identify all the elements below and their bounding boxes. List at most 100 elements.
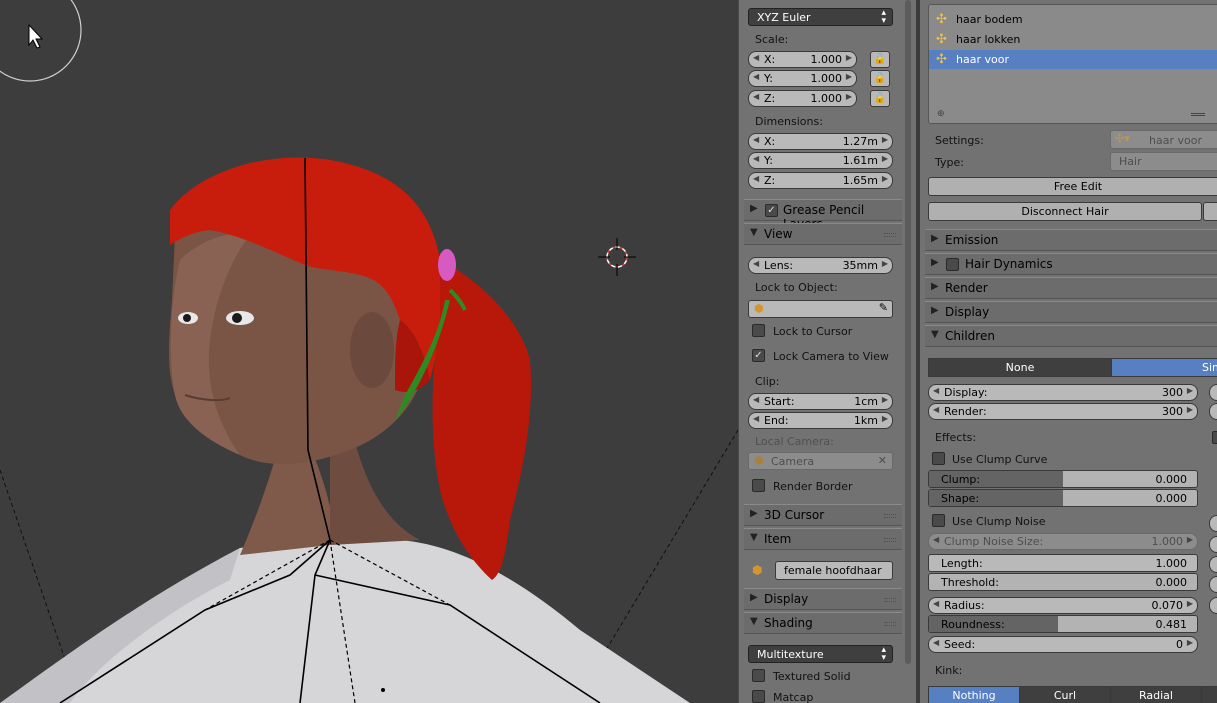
render-border-checkbox[interactable] [752, 479, 765, 492]
display-panel-header[interactable]: ▶ Display [925, 301, 1217, 323]
children-panel-header[interactable]: ▼ Children [925, 325, 1217, 347]
clear-icon[interactable]: ✕ [878, 454, 887, 467]
scale-z-lock-icon[interactable]: 🔓 [870, 90, 890, 107]
particles-icon: ✣ [936, 12, 947, 27]
lock-to-cursor-label: Lock to Cursor [773, 325, 853, 338]
children-none-tab[interactable]: None [928, 358, 1112, 377]
list-item-selected[interactable]: ✣ haar voor [929, 50, 1217, 69]
collapsed-triangle-icon: ▶ [931, 233, 939, 244]
extra-field-1[interactable] [1209, 384, 1217, 401]
particle-system-list[interactable]: ✣ haar bodem ✣ haar lokken ✣ haar voor ⊕ [928, 4, 1217, 124]
textured-solid-checkbox[interactable] [752, 669, 765, 682]
dimensions-y-field[interactable]: ◀ Y: 1.61m ▶ [748, 152, 893, 169]
matcap-checkbox[interactable] [752, 690, 765, 703]
scale-x-lock-icon[interactable]: 🔓 [870, 51, 890, 68]
shirt-mesh [0, 537, 690, 703]
3d-cursor[interactable] [598, 238, 636, 276]
extra-field-3[interactable] [1209, 515, 1217, 532]
display-panel-header[interactable]: ▶ Display [744, 588, 902, 610]
connect-hair-button[interactable] [1203, 202, 1217, 221]
children-display-field[interactable]: ◀ Display: 300 ▶ [928, 384, 1198, 401]
radius-field[interactable]: ◀ Radius: 0.070 ▶ [928, 597, 1198, 614]
kink-radial-tab[interactable]: Radial [1110, 686, 1202, 703]
seed-field[interactable]: ◀ Seed: 0 ▶ [928, 636, 1198, 653]
grease-pencil-checkbox[interactable]: ✓ [765, 204, 778, 217]
roundness-slider[interactable]: Roundness: 0.481 [928, 615, 1198, 633]
add-icon[interactable]: ⊕ [937, 109, 945, 119]
extra-field-7[interactable] [1209, 597, 1217, 614]
settings-field[interactable]: ✣▾ haar voor [1110, 130, 1217, 149]
lock-to-cursor-checkbox[interactable] [752, 324, 765, 337]
drag-grip-icon[interactable] [884, 622, 896, 626]
drag-grip-icon[interactable] [884, 514, 896, 518]
lock-camera-checkbox[interactable]: ✓ [752, 349, 765, 362]
use-clump-noise-checkbox[interactable] [932, 514, 945, 527]
3d-viewport[interactable] [0, 0, 738, 703]
hair-dynamics-checkbox[interactable] [946, 258, 959, 271]
kink-curl-tab[interactable]: Curl [1019, 686, 1111, 703]
drag-grip-icon[interactable] [884, 233, 896, 237]
extra-field-4[interactable] [1209, 536, 1217, 553]
particles-icon: ✣ [936, 32, 947, 47]
scale-y-field[interactable]: ◀ Y: 1.000 ▶ [748, 70, 857, 87]
extra-field-2[interactable] [1209, 403, 1217, 420]
kink-more-tab[interactable] [1201, 686, 1217, 703]
threshold-slider[interactable]: Threshold: 0.000 [928, 573, 1198, 591]
scale-z-field[interactable]: ◀ Z: 1.000 ▶ [748, 90, 857, 107]
clip-end-field[interactable]: ◀ End: 1km ▶ [748, 412, 893, 429]
type-dropdown[interactable]: Hair [1110, 152, 1217, 171]
local-camera-field[interactable]: ⬢ Camera ✕ [748, 452, 893, 470]
settings-label: Settings: [935, 134, 984, 147]
lens-field[interactable]: ◀ Lens: 35mm ▶ [748, 257, 893, 274]
shape-slider[interactable]: Shape: 0.000 [928, 489, 1198, 507]
brush-circle [0, 0, 82, 82]
collapsed-triangle-icon: ▶ [931, 257, 939, 268]
scale-x-field[interactable]: ◀ X: 1.000 ▶ [748, 51, 857, 68]
item-panel-header[interactable]: ▼ Item [744, 528, 902, 550]
collapsed-triangle-icon: ▶ [931, 305, 939, 316]
use-clump-curve-checkbox[interactable] [932, 452, 945, 465]
shelf-scrollbar[interactable] [903, 0, 913, 664]
drag-grip-icon[interactable] [884, 538, 896, 542]
list-item[interactable]: ✣ haar lokken [929, 30, 1217, 49]
resize-grip-icon[interactable] [1191, 113, 1205, 116]
disconnect-hair-button[interactable]: Disconnect Hair [928, 202, 1202, 221]
dimensions-z-field[interactable]: ◀ Z: 1.65m ▶ [748, 172, 893, 189]
shading-mode-dropdown[interactable]: Multitexture ▴ ▾ [748, 645, 893, 663]
collapsed-triangle-icon: ▶ [750, 592, 758, 603]
extra-field-5[interactable] [1209, 556, 1217, 573]
kink-nothing-tab[interactable]: Nothing [928, 686, 1020, 703]
collapsed-triangle-icon: ▶ [750, 203, 758, 214]
children-simple-tab[interactable]: Simple [1111, 358, 1217, 377]
object-icon: ⬢ [752, 563, 763, 577]
shading-panel-header[interactable]: ▼ Shading [744, 612, 902, 634]
clump-slider[interactable]: Clump: 0.000 [928, 470, 1198, 488]
lock-camera-label: Lock Camera to View [773, 350, 889, 363]
clump-noise-size-field[interactable]: ◀ Clump Noise Size: 1.000 ▶ [928, 533, 1198, 550]
drag-grip-icon[interactable] [884, 598, 896, 602]
extra-field-6[interactable] [1209, 576, 1217, 593]
children-render-field[interactable]: ◀ Render: 300 ▶ [928, 403, 1198, 420]
clip-start-field[interactable]: ◀ Start: 1cm ▶ [748, 393, 893, 410]
length-slider[interactable]: Length: 1.000 [928, 554, 1198, 572]
scale-y-lock-icon[interactable]: 🔓 [870, 70, 890, 87]
textured-solid-label: Textured Solid [773, 670, 851, 683]
view-panel-header[interactable]: ▼ View [744, 223, 902, 245]
free-edit-button[interactable]: Free Edit [928, 177, 1217, 196]
3d-cursor-panel-header[interactable]: ▶ 3D Cursor [744, 504, 902, 526]
dimensions-label: Dimensions: [755, 115, 823, 128]
hair-dynamics-panel-header[interactable]: ▶ Hair Dynamics [925, 253, 1217, 275]
grease-pencil-panel-header[interactable]: ▶ ✓ Grease Pencil Layers [744, 199, 902, 231]
emission-panel-header[interactable]: ▶ Emission [925, 229, 1217, 251]
lock-object-field[interactable]: ⬢ ✎ [748, 300, 893, 318]
rotation-mode-dropdown[interactable]: XYZ Euler ▴ ▾ [748, 8, 893, 26]
effects-checkbox[interactable] [1212, 431, 1217, 444]
dimensions-x-field[interactable]: ◀ X: 1.27m ▶ [748, 133, 893, 150]
eyedropper-icon[interactable]: ✎ [879, 301, 888, 314]
particles-icon: ✣ [936, 52, 947, 67]
effects-label: Effects: [935, 431, 977, 444]
render-panel-header[interactable]: ▶ Render [925, 277, 1217, 299]
item-name-field[interactable]: female hoofdhaar [775, 561, 893, 580]
expanded-triangle-icon: ▼ [931, 329, 939, 340]
list-item[interactable]: ✣ haar bodem [929, 10, 1217, 29]
